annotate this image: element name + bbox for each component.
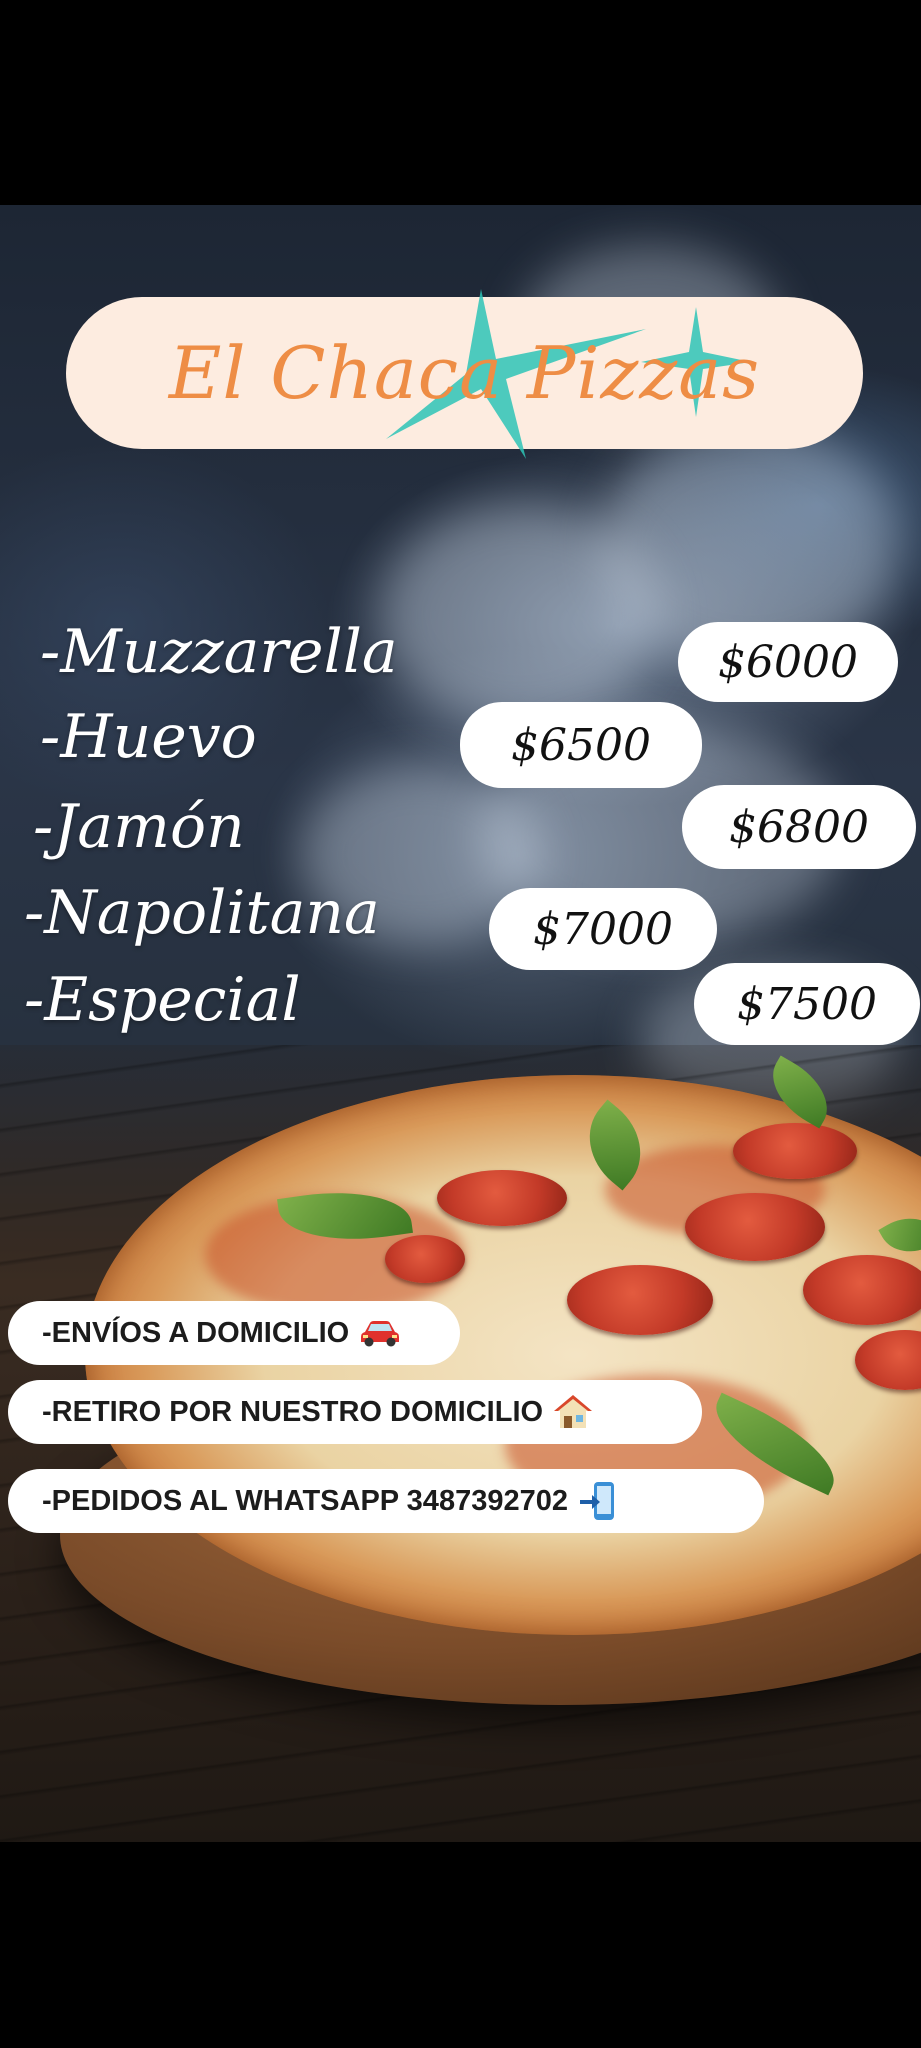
car-icon [359,1318,401,1348]
pepperoni [733,1123,857,1179]
price-badge: $6000 [678,622,898,702]
brand-title: El Chaca Pizzas [168,331,761,415]
menu-item-name: -Especial [24,965,301,1035]
pepperoni [803,1255,921,1325]
whatsapp-info-badge: -PEDIDOS AL WHATSAPP 3487392702 [8,1469,764,1533]
smoke [380,505,660,725]
info-text: -PEDIDOS AL WHATSAPP 3487392702 [42,1484,568,1517]
menu-item-name: -Muzzarella [40,617,398,687]
pepperoni [567,1265,713,1335]
info-text: -RETIRO POR NUESTRO DOMICILIO [42,1395,544,1428]
price-label: $7000 [533,903,673,955]
pepperoni [685,1193,825,1261]
pickup-info-badge: -RETIRO POR NUESTRO DOMICILIO [8,1380,702,1444]
price-badge: $7500 [694,963,920,1045]
menu-item-name: -Huevo [40,702,257,772]
price-label: $7500 [737,978,877,1030]
screen: El Chaca Pizzas -Muzzarella -Huevo -Jamó… [0,0,921,2048]
price-label: $6000 [718,636,858,688]
phone-arrow-icon [578,1480,618,1522]
menu-item-name: -Napolitana [24,878,380,948]
price-badge: $6500 [460,702,702,788]
delivery-info-badge: -ENVÍOS A DOMICILIO [8,1301,460,1365]
pepperoni [855,1330,921,1390]
price-label: $6500 [511,719,651,771]
price-badge: $6800 [682,785,916,869]
price-label: $6800 [729,801,869,853]
info-text: -ENVÍOS A DOMICILIO [42,1316,350,1349]
house-icon [553,1394,593,1430]
price-badge: $7000 [489,888,717,970]
pepperoni [437,1170,567,1226]
menu-item-name: -Jamón [33,792,245,862]
title-banner: El Chaca Pizzas [66,289,863,459]
pepperoni [385,1235,465,1283]
